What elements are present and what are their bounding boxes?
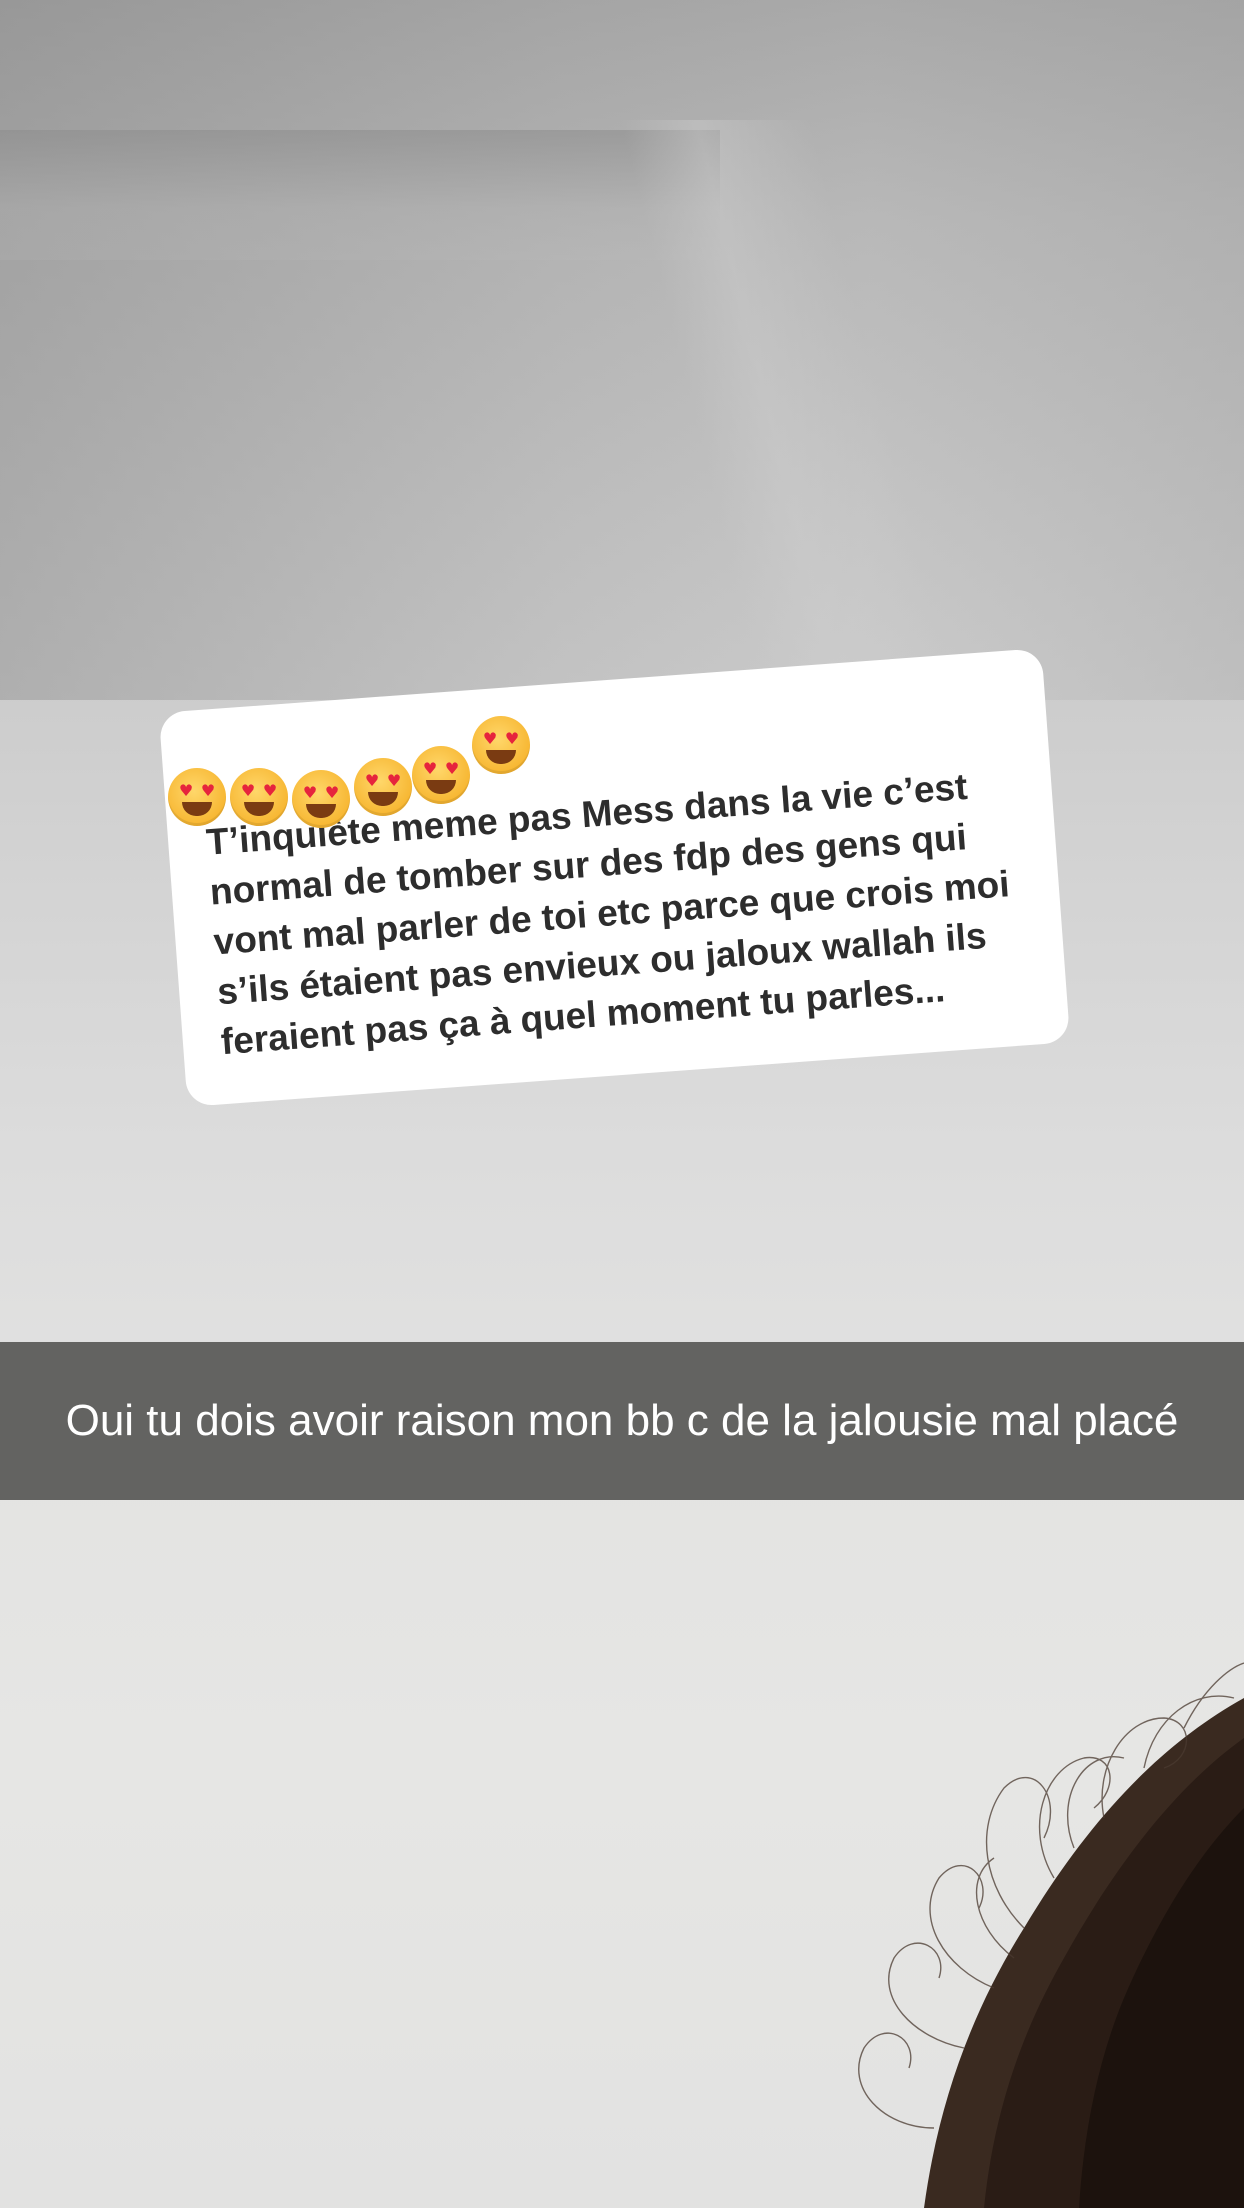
emoji-cluster: ♥ ♥ ♥ ♥ ♥ ♥ ♥ ♥ ♥ ♥ ♥ ♥ — [168, 716, 548, 830]
reply-sticker-card[interactable]: T’inquiète meme pas Mess dans la vie c’e… — [158, 648, 1071, 1107]
heart-eyes-emoji-icon: ♥ ♥ — [472, 716, 530, 774]
caption-bar[interactable]: Oui tu dois avoir raison mon bb c de la … — [0, 1342, 1244, 1500]
hair-image — [724, 1568, 1244, 2208]
heart-eyes-emoji-icon: ♥ ♥ — [412, 746, 470, 804]
heart-eyes-emoji-icon: ♥ ♥ — [354, 758, 412, 816]
ceiling-shadow — [0, 0, 1244, 700]
background-photo — [0, 0, 1244, 2208]
heart-eyes-emoji-icon: ♥ ♥ — [168, 768, 226, 826]
ceiling-beam — [0, 130, 720, 260]
heart-eyes-emoji-icon: ♥ ♥ — [230, 768, 288, 826]
caption-text: Oui tu dois avoir raison mon bb c de la … — [65, 1396, 1179, 1445]
heart-eyes-emoji-icon: ♥ ♥ — [292, 770, 350, 828]
